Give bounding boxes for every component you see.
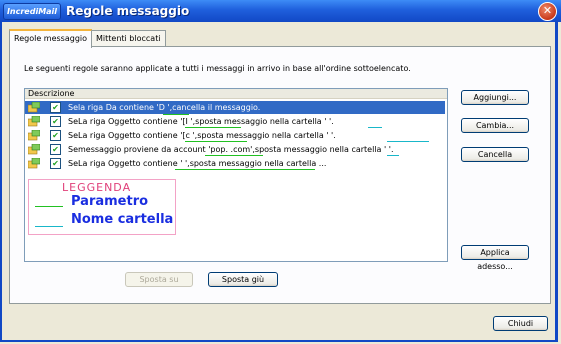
folder-marker xyxy=(368,127,382,128)
rule-description: Sela riga Da contiene 'D ',cancella il m… xyxy=(68,103,261,112)
parameter-marker xyxy=(185,127,241,128)
intro-text: Le seguenti regole saranno applicate a t… xyxy=(24,64,411,73)
app-logo: IncrediMail xyxy=(3,3,61,20)
rule-enabled-checkbox[interactable]: ✔ xyxy=(50,130,61,141)
tab-mittenti-bloccati[interactable]: Mittenti bloccati xyxy=(91,30,166,47)
rule-icon xyxy=(28,158,40,169)
rule-enabled-checkbox[interactable]: ✔ xyxy=(50,102,61,113)
rule-icon xyxy=(28,116,40,127)
parameter-marker xyxy=(163,114,189,115)
parameter-swatch xyxy=(35,206,63,207)
change-rule-button[interactable]: Cambia... xyxy=(461,118,529,133)
rule-enabled-checkbox[interactable]: ✔ xyxy=(50,158,61,169)
delete-rule-button[interactable]: Cancella xyxy=(461,147,529,162)
legend-box: LEGGENDA Parametro Nome cartella xyxy=(28,179,176,235)
legend-item-nome-cartella: Nome cartella xyxy=(71,212,174,227)
rule-icon xyxy=(28,130,40,141)
close-button[interactable]: Chiudi xyxy=(493,316,548,331)
parameter-marker xyxy=(175,169,315,170)
folder-swatch xyxy=(35,226,63,227)
rules-list[interactable]: Descrizione ✔ Sela riga Da contiene 'D '… xyxy=(24,88,448,262)
rule-enabled-checkbox[interactable]: ✔ xyxy=(50,144,61,155)
legend-title: LEGGENDA xyxy=(62,181,132,194)
legend-item-parametro: Parametro xyxy=(71,194,149,209)
move-up-button[interactable]: Sposta su xyxy=(125,272,193,287)
close-window-button[interactable]: ✕ xyxy=(538,2,557,21)
add-rule-button[interactable]: Aggiungi... xyxy=(461,90,529,105)
folder-marker xyxy=(387,155,399,156)
apply-now-button[interactable]: Applica adesso... xyxy=(461,245,529,271)
rule-enabled-checkbox[interactable]: ✔ xyxy=(50,116,61,127)
title-bar[interactable]: IncrediMail Regole messaggio ✕ xyxy=(0,0,561,22)
parameter-marker xyxy=(205,155,263,156)
parameter-marker xyxy=(185,141,247,142)
folder-marker xyxy=(387,141,429,142)
window-title: Regole messaggio xyxy=(66,4,190,18)
tab-regole-messaggio[interactable]: Regole messaggio xyxy=(9,29,93,48)
move-down-button[interactable]: Sposta giù xyxy=(208,272,278,287)
column-header-descrizione[interactable]: Descrizione xyxy=(25,89,447,99)
rule-row[interactable]: ✔ Sela riga Da contiene 'D ',cancella il… xyxy=(25,101,445,114)
rule-icon xyxy=(28,102,40,113)
rule-icon xyxy=(28,144,40,155)
